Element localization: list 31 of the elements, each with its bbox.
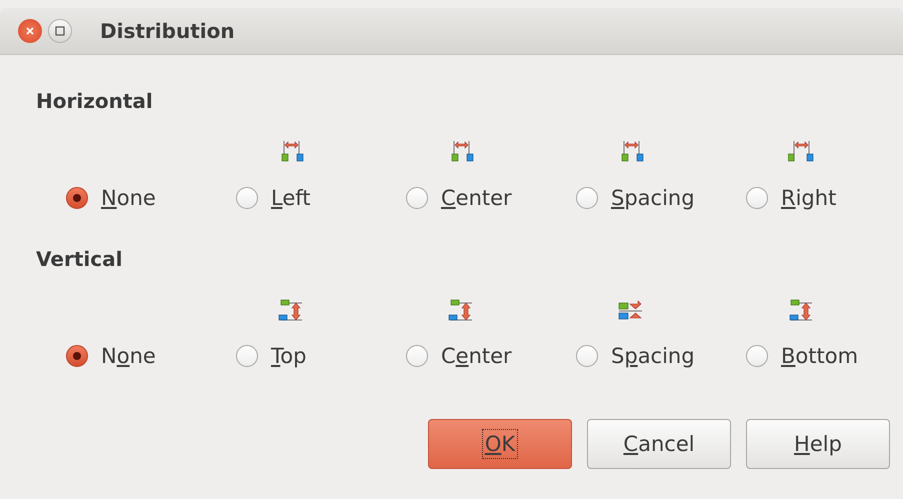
- window-title: Distribution: [100, 19, 235, 43]
- dialog-button[interactable]: Cancel: [587, 419, 731, 469]
- radio-button[interactable]: [236, 187, 258, 209]
- radio-button[interactable]: [66, 345, 88, 367]
- option-label: Spacing: [611, 186, 695, 210]
- distribute-vertical-icon: [788, 299, 814, 323]
- radio-button[interactable]: [746, 345, 768, 367]
- radio-button[interactable]: [66, 187, 88, 209]
- maximize-icon[interactable]: [48, 19, 72, 43]
- distribute-vertical-icon: [278, 299, 304, 323]
- radio-button[interactable]: [576, 345, 598, 367]
- option-label: Left: [271, 186, 311, 210]
- radio-button[interactable]: [406, 345, 428, 367]
- option-label: Center: [441, 186, 512, 210]
- option-label: Top: [271, 344, 306, 368]
- group-heading: Horizontal: [36, 89, 154, 115]
- radio-button[interactable]: [746, 187, 768, 209]
- option-label: None: [101, 344, 156, 368]
- radio-button[interactable]: [576, 187, 598, 209]
- option-label: None: [101, 186, 156, 210]
- dialog-button[interactable]: Help: [746, 419, 890, 469]
- ok-button[interactable]: OK: [428, 419, 572, 469]
- distribute-vertical-icon: [448, 299, 474, 323]
- option-label: Spacing: [611, 344, 695, 368]
- radio-button[interactable]: [406, 187, 428, 209]
- option-label: Right: [781, 186, 836, 210]
- option-label: Bottom: [781, 344, 858, 368]
- close-icon[interactable]: [18, 19, 42, 43]
- option-label: Center: [441, 344, 512, 368]
- group-heading: Vertical: [36, 247, 124, 273]
- radio-button[interactable]: [236, 345, 258, 367]
